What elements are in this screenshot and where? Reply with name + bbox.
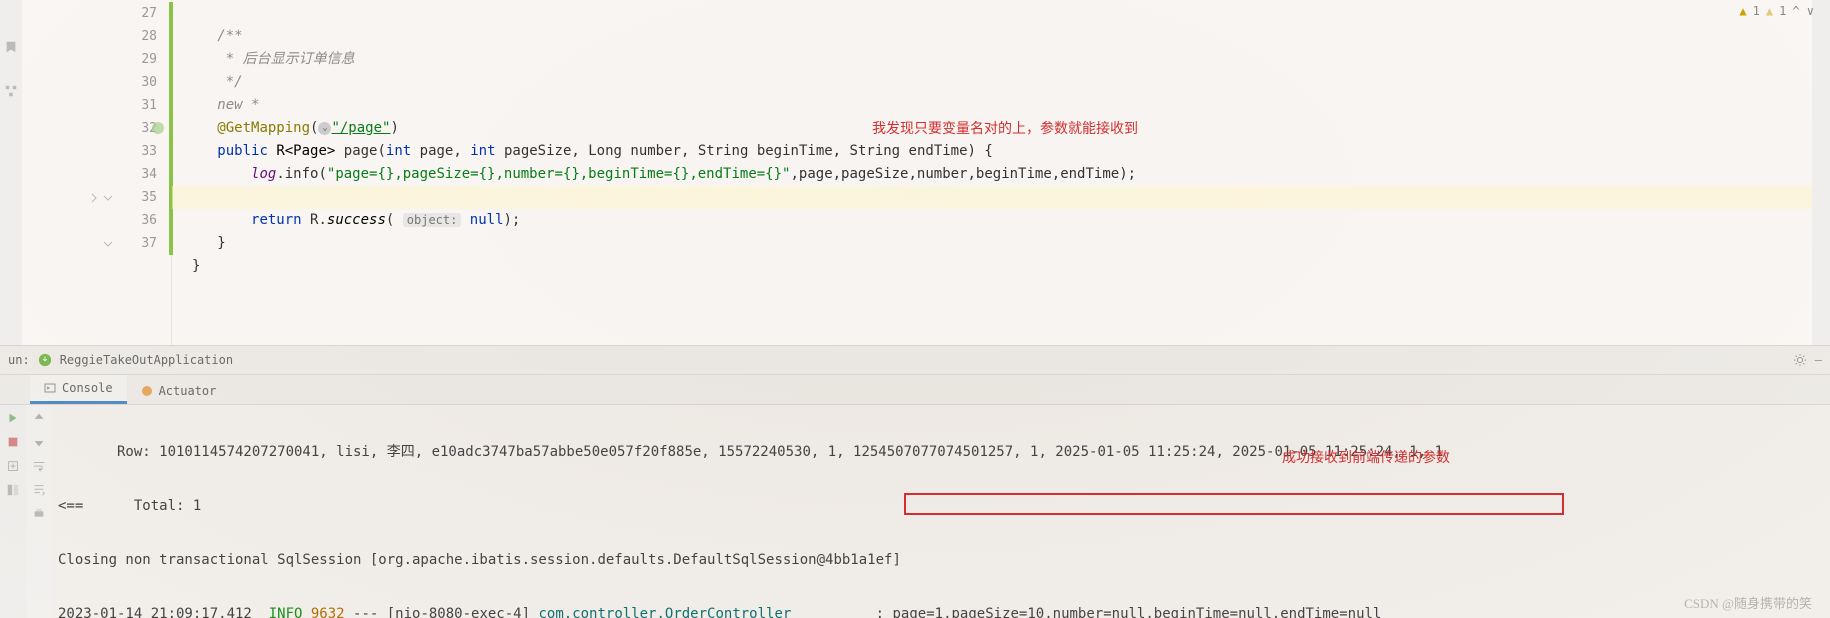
run-label: un: (8, 353, 30, 367)
line-number: 34 (117, 163, 171, 186)
line-number: 37 (117, 232, 171, 255)
rerun-icon[interactable] (6, 411, 20, 425)
highlighted-log-box (904, 493, 1564, 515)
line-numbers: 27 28 29 30 31 32 33 34 35 36 37 (117, 0, 172, 345)
return-expr: R. (302, 212, 327, 228)
scroll-end-icon[interactable] (32, 483, 46, 497)
weak-warning-count: 1 (1779, 4, 1786, 18)
javadoc-text: * 后台显示订单信息 (217, 51, 354, 67)
chevron-right-icon[interactable] (89, 193, 99, 203)
console-run-gutter (0, 405, 26, 618)
close: ); (504, 212, 521, 228)
hide-panel[interactable]: — (1815, 353, 1822, 367)
line-number: 36 (117, 209, 171, 232)
success-call: success (327, 212, 386, 228)
keyword-return: return (251, 212, 302, 228)
console-tabs: Console Actuator (0, 375, 1830, 405)
tab-actuator[interactable]: Actuator (127, 378, 231, 404)
run-config-name[interactable]: ReggieTakeOutApplication (60, 353, 233, 367)
line-number: 30 (117, 71, 171, 94)
down-icon[interactable] (32, 435, 46, 449)
method-params: (int page, int pageSize, Long number, St… (377, 143, 992, 159)
line-number: 33 (117, 140, 171, 163)
line-number: 27 (117, 2, 171, 25)
soft-wrap-icon[interactable] (32, 459, 46, 473)
annotation: @GetMapping (217, 120, 310, 136)
annotation-icon: ⌄ (318, 122, 331, 135)
method-name: page (344, 143, 378, 159)
brace: } (192, 258, 200, 274)
line-number: 29 (117, 48, 171, 71)
print-icon[interactable] (32, 507, 46, 521)
actuator-icon (141, 385, 153, 397)
log-field: log (251, 166, 276, 182)
log-format: "page={},pageSize={},number={},beginTime… (327, 166, 791, 182)
spring-boot-icon (38, 353, 52, 367)
brace: } (217, 235, 225, 251)
nav-arrows[interactable]: ^ ∨ (1792, 4, 1814, 18)
editor-left-gutter (0, 0, 22, 345)
code-editor[interactable]: 27 28 29 30 31 32 33 34 35 36 37 /** * 后… (22, 0, 1812, 345)
current-line (172, 186, 1812, 209)
javadoc-start: /** (217, 28, 242, 44)
log-args: ,page,pageSize,number,beginTime,endTime)… (790, 166, 1136, 182)
stop-icon[interactable] (6, 435, 20, 449)
console-tools-gutter (26, 405, 52, 618)
gear-icon[interactable] (1793, 353, 1807, 367)
line-number: 35 (117, 186, 171, 209)
inspection-bar[interactable]: ▲ 1 ▲ 1 ^ ∨ (1739, 4, 1814, 18)
tab-label: Console (62, 381, 113, 395)
console-line: Row: 1010114574207270041, lisi, 李四, e10a… (58, 441, 1824, 463)
log-info: .info( (276, 166, 327, 182)
warning-icon[interactable]: ▲ (1739, 4, 1746, 18)
mapping-url: "/page" (331, 120, 390, 136)
javadoc-end: */ (217, 74, 242, 90)
line-number: 28 (117, 25, 171, 48)
chevron-down-icon[interactable] (103, 193, 113, 203)
success-note: 成功接收到前端传递的参数 (1282, 447, 1450, 467)
chevron-down-icon[interactable] (103, 239, 113, 249)
console-output[interactable]: Row: 1010114574207270041, lisi, 李四, e10a… (52, 405, 1830, 618)
watermark: CSDN @随身携带的笑 (1684, 593, 1812, 612)
warning-count: 1 (1753, 4, 1760, 18)
return-type: R<Page> (276, 143, 335, 159)
structure-icon[interactable] (4, 84, 18, 98)
keyword-public: public (217, 143, 268, 159)
tab-label: Actuator (159, 384, 217, 398)
layout-icon[interactable] (6, 483, 20, 497)
fold-column (22, 0, 117, 345)
console-icon (44, 382, 56, 394)
tab-console[interactable]: Console (30, 375, 127, 404)
bookmark-icon[interactable] (4, 40, 18, 54)
run-toolbar: un: ReggieTakeOutApplication — (0, 345, 1830, 375)
null-literal: null (470, 212, 504, 228)
param-hint: object: (403, 213, 462, 227)
console-line: Closing non transactional SqlSession [or… (58, 549, 1824, 571)
annotation-note: 我发现只要变量名对的上，参数就能接收到 (872, 118, 1138, 138)
line-number: 31 (117, 94, 171, 117)
editor-scrollbar[interactable] (1812, 0, 1830, 345)
console-line: 2023-01-14 21:09:17.412 INFO 9632 --- [n… (58, 603, 1824, 618)
new-marker: new * (217, 97, 259, 113)
weak-warning-icon[interactable]: ▲ (1766, 4, 1773, 18)
exit-icon[interactable] (6, 459, 20, 473)
gutter-url-icon[interactable] (151, 121, 165, 135)
code-body[interactable]: /** * 后台显示订单信息 */ new * @GetMapping(⌄"/p… (172, 0, 1812, 345)
up-icon[interactable] (32, 411, 46, 425)
